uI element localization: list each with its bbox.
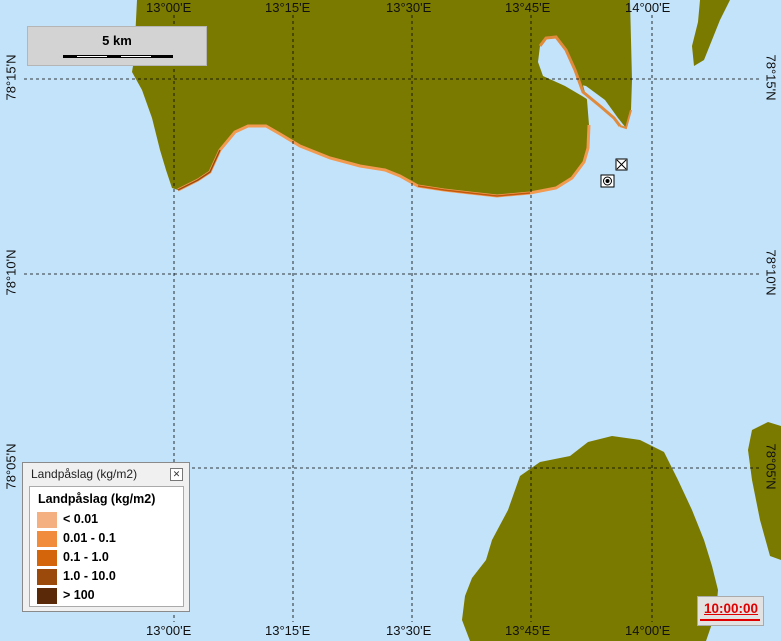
lon-label-bottom-2: 13°15'E xyxy=(265,623,311,638)
lon-label-top-3: 13°30'E xyxy=(386,0,432,15)
legend-swatch xyxy=(37,588,57,604)
lon-label-top-5: 14°00'E xyxy=(625,0,671,15)
scale-bar-label: 5 km xyxy=(102,33,132,48)
legend-item-label: 0.01 - 0.1 xyxy=(63,531,116,545)
lat-label-right-3: 78°05'N xyxy=(763,443,779,490)
legend-swatch xyxy=(37,531,57,547)
time-display[interactable]: 10:00:00 xyxy=(697,596,764,626)
legend-titlebar[interactable]: Landpåslag (kg/m2) ✕ xyxy=(23,463,189,485)
legend-swatch xyxy=(37,550,57,566)
legend-item-label: 0.1 - 1.0 xyxy=(63,550,109,564)
lon-label-bottom-1: 13°00'E xyxy=(146,623,192,638)
legend-window-title: Landpåslag (kg/m2) xyxy=(31,467,138,481)
close-icon[interactable]: ✕ xyxy=(170,468,183,481)
lon-label-top-4: 13°45'E xyxy=(505,0,551,15)
legend-title: Landpåslag (kg/m2) xyxy=(38,492,156,506)
lat-label-right-1: 78°15'N xyxy=(763,54,779,101)
legend-swatch xyxy=(37,569,57,585)
boxed-target-marker-icon[interactable] xyxy=(600,174,615,188)
lon-label-bottom-4: 13°45'E xyxy=(505,623,551,638)
time-value: 10:00:00 xyxy=(704,601,759,616)
lon-label-bottom-3: 13°30'E xyxy=(386,623,432,638)
lon-label-top-2: 13°15'E xyxy=(265,0,311,15)
lat-label-left-2: 78°10'N xyxy=(3,249,19,296)
legend-panel: Landpåslag (kg/m2) < 0.01 0.01 - 0.1 0.1… xyxy=(29,486,184,607)
boxed-x-marker-icon[interactable] xyxy=(615,158,628,171)
legend-item-label: < 0.01 xyxy=(63,512,99,526)
lat-label-right-2: 78°10'N xyxy=(763,249,779,296)
legend-item-label: > 100 xyxy=(63,588,95,602)
lat-label-left-1: 78°15'N xyxy=(3,54,19,101)
time-underline xyxy=(700,619,760,621)
lon-label-top-1: 13°00'E xyxy=(146,0,192,15)
land-north xyxy=(132,0,632,198)
scale-bar: 5 km xyxy=(27,26,207,66)
scale-bar-line xyxy=(63,55,173,58)
lon-label-bottom-5: 14°00'E xyxy=(625,623,671,638)
legend-item-label: 1.0 - 10.0 xyxy=(63,569,116,583)
lat-label-left-3: 78°05'N xyxy=(3,443,19,490)
legend-window[interactable]: Landpåslag (kg/m2) ✕ Landpåslag (kg/m2) … xyxy=(22,462,190,612)
legend-swatch xyxy=(37,512,57,528)
